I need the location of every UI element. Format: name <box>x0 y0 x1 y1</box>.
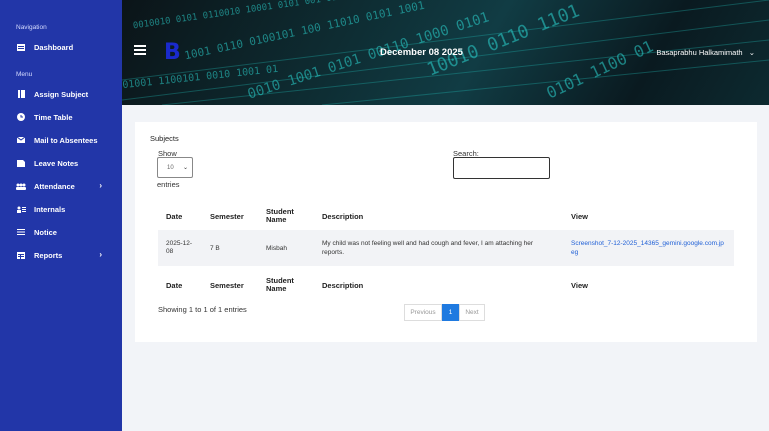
column-header-description[interactable]: Description <box>314 202 563 230</box>
entries-label: entries <box>157 180 180 189</box>
sidebar-item-mail-to-absentees[interactable]: Mail to Absentees <box>16 133 112 147</box>
attachment-link[interactable]: Screenshot_7-12-2025_14365_gemini.google… <box>571 240 724 256</box>
previous-button[interactable]: Previous <box>404 304 442 321</box>
sidebar-item-label: Internals <box>34 204 66 214</box>
entries-select[interactable]: 10 ⌄ <box>157 157 193 178</box>
user-list-icon <box>16 204 26 214</box>
sidebar-item-label: Attendance <box>34 181 75 191</box>
page-button[interactable]: 1 <box>442 304 459 321</box>
notice-icon <box>16 227 26 237</box>
sidebar-item-assign-subject[interactable]: Assign Subject <box>16 87 112 101</box>
user-name: Basaprabhu Halkamimath <box>656 48 743 57</box>
column-footer-view: View <box>571 280 588 290</box>
cell-date: 2025-12-08 <box>158 230 202 266</box>
chevron-right-icon: › <box>99 250 102 259</box>
column-header-student-name[interactable]: Student Name <box>258 202 314 230</box>
column-header-date[interactable]: Date <box>158 202 202 230</box>
column-footer-description: Description <box>322 280 364 290</box>
sidebar-item-leave-notes[interactable]: Leave Notes <box>16 156 112 170</box>
subjects-card: Subjects Show 10 ⌄ entries Search: Date … <box>135 122 757 342</box>
table-header: Date Semester Student Name Description V… <box>158 202 734 230</box>
column-footer-student-name: Student Name <box>266 275 294 293</box>
cell-description: My child was not feeling well and had co… <box>314 230 563 266</box>
menu-toggle-icon[interactable] <box>134 45 146 55</box>
card-title: Subjects <box>150 134 179 143</box>
page-date: December 08 2025 <box>380 47 463 58</box>
chevron-down-icon: ⌄ <box>182 165 188 171</box>
cell-view: Screenshot_7-12-2025_14365_gemini.google… <box>563 230 734 266</box>
book-icon <box>16 89 26 99</box>
nav-heading: Navigation <box>16 24 47 31</box>
chevron-right-icon: › <box>99 181 102 190</box>
header-banner: 0010010 0101 0110010 10001 0101 001 0110… <box>122 0 769 105</box>
sidebar: Navigation Dashboard Menu Assign Subject… <box>0 0 122 431</box>
entries-select-value: 10 <box>167 164 174 171</box>
table-footer: Date Semester Student Name Description V… <box>158 276 734 294</box>
sidebar-item-notice[interactable]: Notice <box>16 225 112 239</box>
dashboard-icon <box>16 42 26 52</box>
menu-heading: Menu <box>16 71 33 78</box>
sidebar-item-label: Mail to Absentees <box>34 135 98 145</box>
sidebar-item-label: Assign Subject <box>34 89 89 99</box>
report-icon <box>16 250 26 260</box>
sidebar-item-dashboard[interactable]: Dashboard <box>16 40 112 54</box>
mail-icon <box>16 135 26 145</box>
note-icon <box>16 158 26 168</box>
chevron-down-icon: ⌄ <box>748 48 755 57</box>
user-menu[interactable]: Basaprabhu Halkamimath ⌄ <box>656 48 755 57</box>
cell-semester: 7 B <box>202 230 258 266</box>
sidebar-item-internals[interactable]: Internals <box>16 202 112 216</box>
sidebar-item-label: Dashboard <box>34 42 74 52</box>
cell-student: Misbah <box>258 230 314 266</box>
column-header-semester[interactable]: Semester <box>202 202 258 230</box>
sidebar-item-time-table[interactable]: Time Table <box>16 110 112 124</box>
column-header-view[interactable]: View <box>563 202 734 230</box>
table-info: Showing 1 to 1 of 1 entries <box>158 305 247 314</box>
sidebar-item-attendance[interactable]: Attendance › <box>16 179 112 193</box>
sidebar-item-reports[interactable]: Reports › <box>16 248 112 262</box>
column-footer-semester: Semester <box>210 280 244 290</box>
sidebar-item-label: Time Table <box>34 112 73 122</box>
data-table: 2025-12-08 7 B Misbah My child was not f… <box>158 230 734 266</box>
sidebar-item-label: Leave Notes <box>34 158 79 168</box>
users-icon <box>16 181 26 191</box>
next-button[interactable]: Next <box>459 304 485 321</box>
sidebar-item-label: Notice <box>34 227 57 237</box>
pagination: Previous 1 Next <box>404 304 485 321</box>
column-footer-date: Date <box>166 280 183 290</box>
clock-icon <box>16 112 26 122</box>
table-row: 2025-12-08 7 B Misbah My child was not f… <box>158 230 734 266</box>
sidebar-item-label: Reports <box>34 250 63 260</box>
logo: B <box>164 40 181 65</box>
search-input[interactable] <box>453 157 550 179</box>
